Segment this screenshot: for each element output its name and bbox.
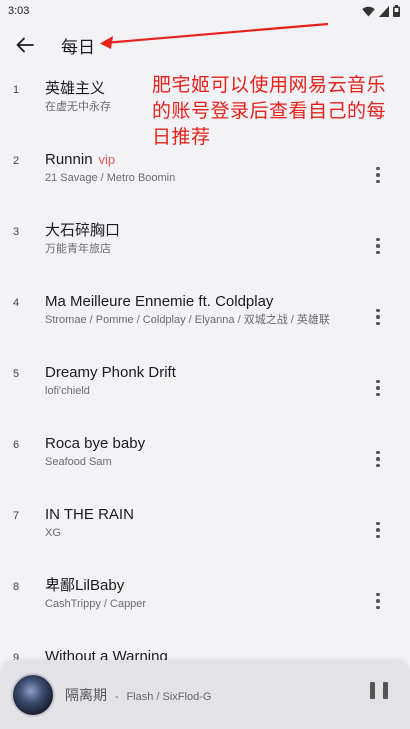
signal-icon (379, 5, 389, 17)
track-row[interactable]: 6 Roca bye baby Seafood Sam (0, 423, 410, 494)
track-index: 8 (13, 581, 20, 593)
track-index: 6 (13, 439, 20, 451)
battery-icon (393, 5, 400, 17)
now-playing-separator: - (114, 690, 119, 703)
track-title: Ma Meilleure Ennemie ft. Coldplay (45, 292, 370, 312)
track-artist: lofi'chield (45, 385, 90, 397)
more-options-icon[interactable] (368, 163, 388, 187)
track-index: 3 (13, 226, 20, 238)
track-info: Runnin vip 21 Savage / Metro Boomin (45, 150, 370, 186)
track-title: Runnin vip (45, 150, 370, 170)
track-info: Ma Meilleure Ennemie ft. Coldplay Stroma… (45, 292, 370, 328)
track-info: 大石碎胸口 万能青年旅店 (45, 221, 370, 257)
track-title: 大石碎胸口 (45, 221, 370, 241)
track-artist: 万能青年旅店 (45, 243, 111, 255)
track-title-text: 卑鄙LilBaby (45, 577, 125, 594)
track-row[interactable]: 5 Dreamy Phonk Drift lofi'chield (0, 352, 410, 423)
now-playing-artist: Flash / SixFlod-G (126, 690, 212, 703)
track-info: Roca bye baby Seafood Sam (45, 434, 370, 470)
track-title-text: Runnin (45, 151, 93, 168)
more-options-icon[interactable] (368, 376, 388, 400)
back-button[interactable] (5, 25, 45, 65)
track-title: 卑鄙LilBaby (45, 576, 370, 596)
track-artist: Stromae / Pomme / Coldplay / Elyanna / 双… (45, 314, 330, 326)
track-title-text: Roca bye baby (45, 435, 146, 452)
track-info: Dreamy Phonk Drift lofi'chield (45, 363, 370, 399)
more-options-icon[interactable] (368, 589, 388, 613)
track-row[interactable]: 3 大石碎胸口 万能青年旅店 (0, 210, 410, 281)
track-artist: XG (45, 527, 61, 539)
track-index: 2 (13, 155, 20, 167)
track-info: 卑鄙LilBaby CashTrippy / Capper (45, 576, 370, 612)
pause-icon[interactable] (370, 682, 388, 702)
track-index: 7 (13, 510, 20, 522)
more-options-icon[interactable] (368, 447, 388, 471)
track-title-text: IN THE RAIN (45, 506, 134, 523)
status-bar: 3:03 (0, 0, 410, 22)
track-artist: Seafood Sam (45, 456, 112, 468)
track-info: IN THE RAIN XG (45, 505, 370, 541)
track-title-text: Ma Meilleure Ennemie ft. Coldplay (45, 293, 274, 310)
track-title-text: 英雄主义 (45, 80, 106, 97)
track-index: 5 (13, 368, 20, 380)
track-row[interactable]: 8 卑鄙LilBaby CashTrippy / Capper (0, 565, 410, 636)
now-playing-song: 隔离期 (65, 686, 107, 703)
track-row[interactable]: 7 IN THE RAIN XG (0, 494, 410, 565)
mini-player[interactable]: 隔离期 - Flash / SixFlod-G (0, 660, 410, 729)
now-playing-title: 隔离期 - Flash / SixFlod-G (65, 685, 211, 705)
track-title-text: 大石碎胸口 (45, 222, 121, 239)
more-options-icon[interactable] (368, 234, 388, 258)
annotation-arrow-icon (100, 22, 329, 49)
track-index: 4 (13, 297, 20, 309)
track-row[interactable]: 4 Ma Meilleure Ennemie ft. Coldplay Stro… (0, 281, 410, 352)
vip-badge: vip (98, 152, 116, 167)
track-artist: 21 Savage / Metro Boomin (45, 172, 176, 184)
wifi-icon (362, 6, 375, 16)
page-title: 每日 (61, 37, 95, 57)
track-index: 1 (13, 84, 20, 96)
track-list: 1 英雄主义 在虚无中永存 2 Runnin vip 21 Savage / Me… (0, 68, 410, 707)
track-title: Dreamy Phonk Drift (45, 363, 370, 383)
status-time: 3:03 (8, 5, 30, 17)
track-artist: CashTrippy / Capper (45, 598, 147, 610)
more-options-icon[interactable] (368, 305, 388, 329)
track-title: IN THE RAIN (45, 505, 370, 525)
album-art[interactable] (11, 672, 55, 717)
track-title: Roca bye baby (45, 434, 370, 454)
more-options-icon[interactable] (368, 518, 388, 542)
status-icons (362, 5, 400, 17)
annotation-text: 肥宅姬可以使用网易云音乐的账号登录后查看自己的每日推荐 (152, 74, 387, 148)
arrow-left-icon (16, 37, 34, 53)
track-title-text: Dreamy Phonk Drift (45, 364, 176, 381)
